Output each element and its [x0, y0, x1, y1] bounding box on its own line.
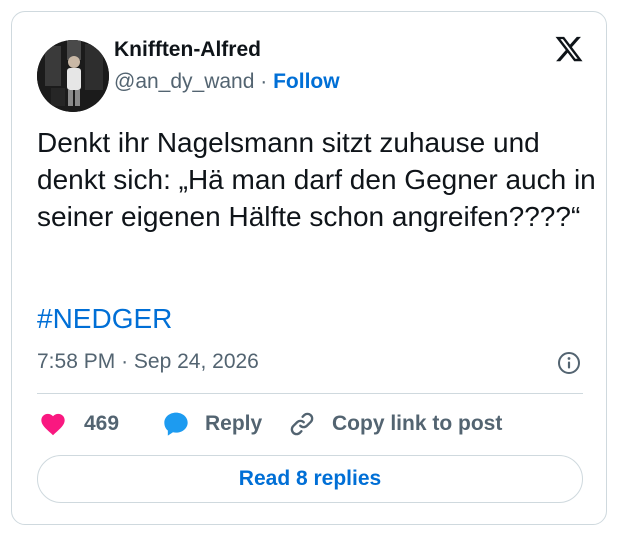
tweet-text: Denkt ihr Nagelsmann sitzt zuhause und d… — [37, 127, 596, 232]
like-count: 469 — [84, 412, 120, 435]
handle-row: @an_dy_wand · Follow — [114, 70, 340, 94]
info-icon[interactable] — [557, 351, 581, 375]
reply-button[interactable]: Reply — [162, 410, 262, 438]
avatar[interactable] — [37, 40, 109, 112]
timestamp[interactable]: 7:58 PM · Sep 24, 2026 — [37, 350, 259, 374]
divider — [37, 393, 583, 394]
x-logo-icon[interactable] — [554, 34, 584, 64]
hashtag-link[interactable]: #NEDGER — [37, 303, 172, 335]
date-separator: · — [121, 350, 129, 373]
copy-link-label: Copy link to post — [332, 412, 503, 435]
read-replies-button[interactable]: Read 8 replies — [37, 455, 583, 503]
copy-link-button[interactable]: Copy link to post — [288, 410, 502, 438]
tweet-time: 7:58 PM — [37, 350, 116, 373]
heart-icon — [39, 410, 67, 438]
follow-link[interactable]: Follow — [273, 70, 340, 93]
author-handle[interactable]: @an_dy_wand — [114, 70, 254, 93]
tweet-card: Knifften-Alfred @an_dy_wand · Follow Den… — [11, 11, 607, 525]
reply-bubble-icon — [162, 410, 190, 438]
link-icon — [288, 410, 316, 438]
separator-dot: · — [260, 70, 268, 93]
tweet-date: Sep 24, 2026 — [133, 350, 259, 373]
author-name[interactable]: Knifften-Alfred — [114, 38, 261, 62]
reply-label: Reply — [205, 412, 263, 435]
like-button[interactable]: 469 — [39, 410, 119, 438]
